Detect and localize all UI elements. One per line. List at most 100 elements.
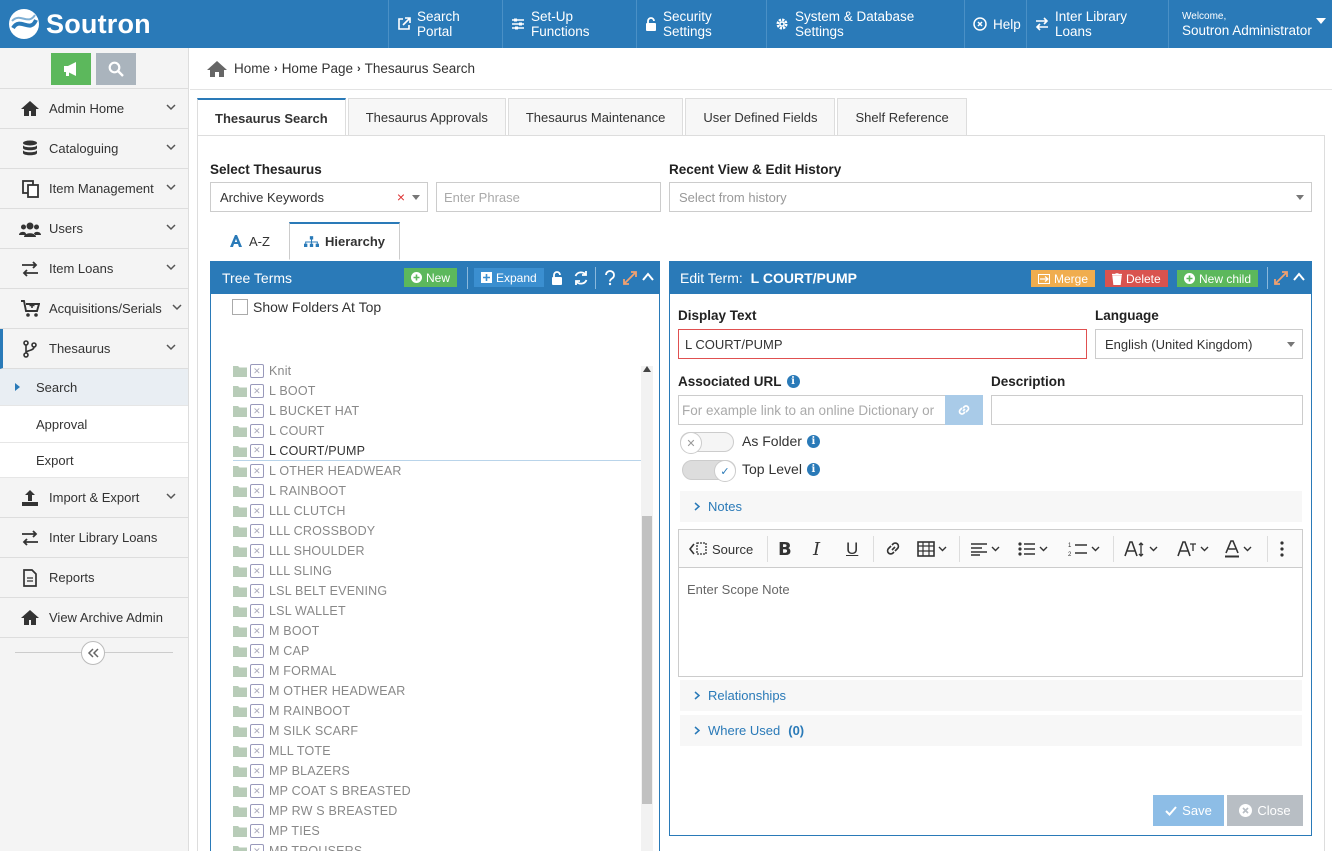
tab-user-defined-fields[interactable]: User Defined Fields — [685, 98, 836, 136]
help-icon[interactable] — [604, 270, 616, 286]
new-child-button[interactable]: New child — [1177, 270, 1259, 287]
source-button[interactable]: Source — [689, 539, 753, 559]
tree-term-row[interactable]: ✕ L BOOT — [233, 381, 316, 401]
tree-term-row[interactable]: ✕ MP COAT S BREASTED — [233, 781, 411, 801]
tree-term-row[interactable]: ✕ L OTHER HEADWEAR — [233, 461, 402, 481]
link-button[interactable] — [884, 539, 902, 559]
term-checkbox[interactable]: ✕ — [250, 604, 264, 618]
term-checkbox[interactable]: ✕ — [250, 424, 264, 438]
thesaurus-select[interactable]: Archive Keywords × — [210, 182, 428, 212]
show-folders-option[interactable]: Show Folders At Top — [232, 299, 381, 315]
info-icon[interactable]: i — [806, 434, 820, 448]
tree-term-row[interactable]: ✕ LLL CROSSBODY — [233, 521, 375, 541]
tree-term-row[interactable]: ✕ MP BLAZERS — [233, 761, 350, 781]
merge-button[interactable]: Merge — [1031, 270, 1096, 287]
sidebar-item-thesaurus[interactable]: Thesaurus — [0, 329, 188, 369]
underline-button[interactable]: U — [846, 539, 858, 559]
top-level-toggle[interactable]: ✓ — [682, 460, 736, 482]
font-color-button[interactable] — [1224, 539, 1252, 559]
display-text-input[interactable]: L COURT/PUMP — [678, 329, 1087, 359]
tree-term-row[interactable]: ✕ MP TIES — [233, 821, 320, 841]
sidebar-item-item-loans[interactable]: Item Loans — [0, 249, 188, 289]
term-checkbox[interactable]: ✕ — [250, 724, 264, 738]
tree-term-row[interactable]: ✕ M BOOT — [233, 621, 320, 641]
sidebar-item-item-management[interactable]: Item Management — [0, 169, 188, 209]
subtab-a-z[interactable]: A-Z — [215, 222, 284, 260]
tree-term-row[interactable]: ✕ L COURT — [233, 421, 325, 441]
sidebar-item-admin-home[interactable]: Admin Home — [0, 89, 188, 129]
tree-term-row[interactable]: ✕ L RAINBOOT — [233, 481, 346, 501]
term-checkbox[interactable]: ✕ — [250, 704, 264, 718]
term-checkbox[interactable]: ✕ — [250, 624, 264, 638]
tree-term-row[interactable]: ✕ L BUCKET HAT — [233, 401, 359, 421]
table-button[interactable] — [917, 539, 947, 559]
info-icon[interactable]: i — [786, 375, 800, 388]
scope-note-body[interactable]: Enter Scope Note — [679, 568, 1302, 611]
chevron-up-icon[interactable] — [1293, 272, 1305, 281]
delete-button[interactable]: Delete — [1105, 270, 1168, 287]
notes-accordion[interactable]: Notes — [680, 491, 1302, 522]
tab-thesaurus-search[interactable]: Thesaurus Search — [197, 98, 346, 136]
tree-term-row[interactable]: ✕ MP TROUSERS — [233, 841, 362, 851]
save-button[interactable]: Save — [1153, 795, 1224, 826]
nav-system-database-settings[interactable]: System & Database Settings — [766, 0, 964, 48]
open-link-button[interactable] — [945, 395, 983, 425]
nav-help[interactable]: Help — [964, 0, 1026, 48]
tab-thesaurus-approvals[interactable]: Thesaurus Approvals — [347, 98, 506, 136]
tree-term-row[interactable]: ✕ MLL TOTE — [233, 741, 331, 761]
term-checkbox[interactable]: ✕ — [250, 644, 264, 658]
expand-button[interactable]: Expand — [474, 268, 544, 287]
breadcrumb-home-page[interactable]: Home Page — [282, 61, 353, 76]
term-checkbox[interactable]: ✕ — [250, 684, 264, 698]
sidebar-collapse-button[interactable] — [81, 641, 105, 665]
bold-button[interactable]: B — [778, 539, 792, 560]
font-family-button[interactable] — [1177, 539, 1209, 559]
term-checkbox[interactable]: ✕ — [250, 504, 264, 518]
sidebar-sub-approval[interactable]: Approval — [0, 406, 188, 443]
search-button[interactable] — [96, 53, 136, 85]
breadcrumb-home[interactable]: Home — [234, 61, 270, 76]
term-checkbox[interactable]: ✕ — [250, 484, 264, 498]
soutron-logo[interactable]: Soutron — [8, 6, 151, 42]
tree-term-row[interactable]: ✕ LSL BELT EVENING — [233, 581, 387, 601]
nav-inter-library-loans[interactable]: Inter Library Loans — [1026, 0, 1168, 48]
term-checkbox[interactable]: ✕ — [250, 564, 264, 578]
user-menu[interactable]: Welcome, Soutron Administrator — [1168, 0, 1332, 48]
sidebar-item-inter-library-loans[interactable]: Inter Library Loans — [0, 518, 188, 558]
info-icon[interactable]: i — [806, 462, 820, 476]
term-checkbox[interactable]: ✕ — [250, 443, 264, 458]
more-options-button[interactable] — [1280, 539, 1284, 559]
new-term-button[interactable]: New — [404, 268, 458, 287]
term-checkbox[interactable]: ✕ — [250, 664, 264, 678]
tree-term-row[interactable]: ✕ LSL WALLET — [233, 601, 346, 621]
sidebar-sub-export[interactable]: Export — [0, 443, 188, 478]
sidebar-item-import-export[interactable]: Import & Export — [0, 478, 188, 518]
tree-term-row[interactable]: ✕ LLL CLUTCH — [233, 501, 346, 521]
term-checkbox[interactable]: ✕ — [250, 464, 264, 478]
sidebar-item-acquisitions-serials[interactable]: Acquisitions/Serials — [0, 289, 188, 329]
tree-term-row[interactable]: ✕ LLL SLING — [233, 561, 332, 581]
tree-term-row[interactable]: ✕ L COURT/PUMP — [233, 441, 649, 461]
nav-setup-functions[interactable]: Set-Up Functions — [502, 0, 636, 48]
align-button[interactable] — [970, 539, 1000, 559]
close-button[interactable]: Close — [1227, 795, 1303, 826]
term-checkbox[interactable]: ✕ — [250, 844, 264, 851]
font-size-button[interactable] — [1124, 539, 1158, 559]
phrase-input[interactable]: Enter Phrase — [436, 182, 661, 212]
relationships-accordion[interactable]: Relationships — [680, 680, 1302, 711]
tab-shelf-reference[interactable]: Shelf Reference — [837, 98, 967, 136]
term-checkbox[interactable]: ✕ — [250, 764, 264, 778]
term-checkbox[interactable]: ✕ — [250, 524, 264, 538]
term-checkbox[interactable]: ✕ — [250, 824, 264, 838]
tree-term-row[interactable]: ✕ LLL SHOULDER — [233, 541, 365, 561]
description-input[interactable] — [991, 395, 1303, 425]
language-select[interactable]: English (United Kingdom) — [1095, 329, 1303, 359]
tree-term-row[interactable]: ✕ Knit — [233, 361, 291, 381]
tree-scrollbar-thumb[interactable] — [642, 516, 652, 804]
sidebar-item-reports[interactable]: Reports — [0, 558, 188, 598]
sidebar-item-cataloguing[interactable]: Cataloguing — [0, 129, 188, 169]
nav-security-settings[interactable]: Security Settings — [636, 0, 766, 48]
sidebar-item-view-archive-admin[interactable]: View Archive Admin — [0, 598, 188, 638]
term-checkbox[interactable]: ✕ — [250, 744, 264, 758]
term-checkbox[interactable]: ✕ — [250, 784, 264, 798]
